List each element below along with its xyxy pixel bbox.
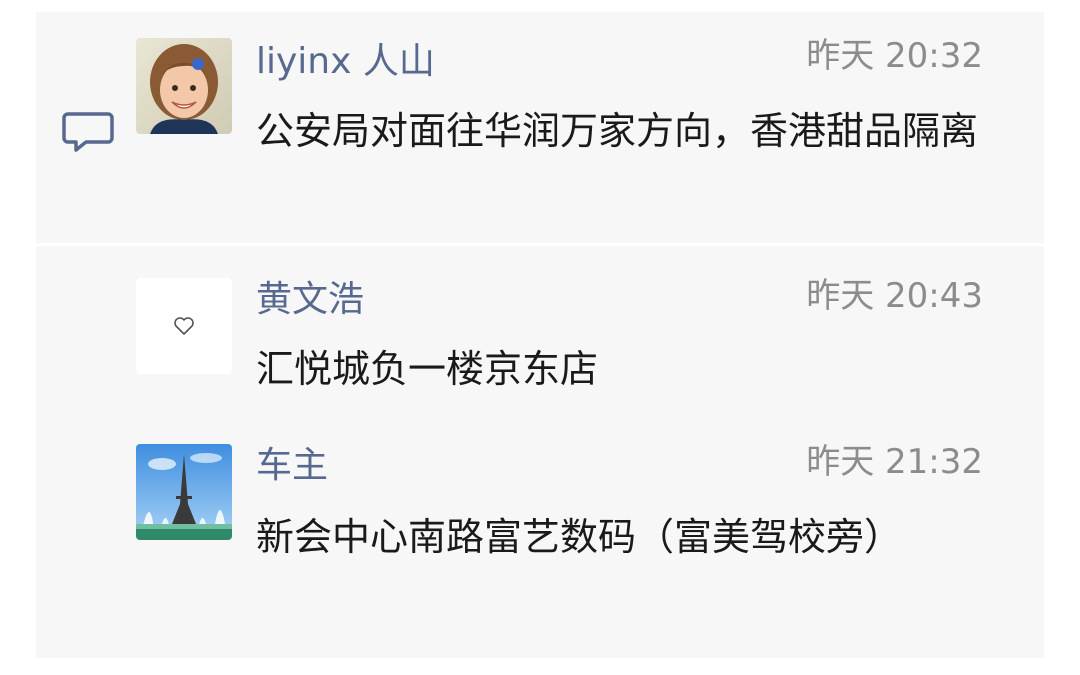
comment-author-name[interactable]: liyinx 人山 (256, 40, 435, 84)
comment-text: 新会中心南路富艺数码（富美驾校旁） (256, 515, 903, 559)
heart-icon (173, 316, 195, 336)
avatar-huangwenhao[interactable] (136, 278, 232, 374)
comment-text: 汇悦城负一楼京东店 (256, 347, 599, 391)
comment-timestamp: 昨天 20:32 (806, 36, 983, 76)
comment-divider (36, 243, 1044, 246)
avatar-liyinx[interactable] (136, 38, 232, 134)
comment-text: 公安局对面往华润万家方向，香港甜品隔离 (256, 109, 979, 153)
comment-timestamp: 昨天 20:43 (806, 276, 983, 316)
comment-timestamp: 昨天 21:32 (806, 442, 983, 482)
comment-bubble-icon[interactable] (60, 108, 116, 156)
comment-author-name[interactable]: 车主 (256, 444, 328, 488)
avatar-chezhu[interactable] (136, 444, 232, 540)
comment-author-name[interactable]: 黄文浩 (256, 278, 364, 322)
